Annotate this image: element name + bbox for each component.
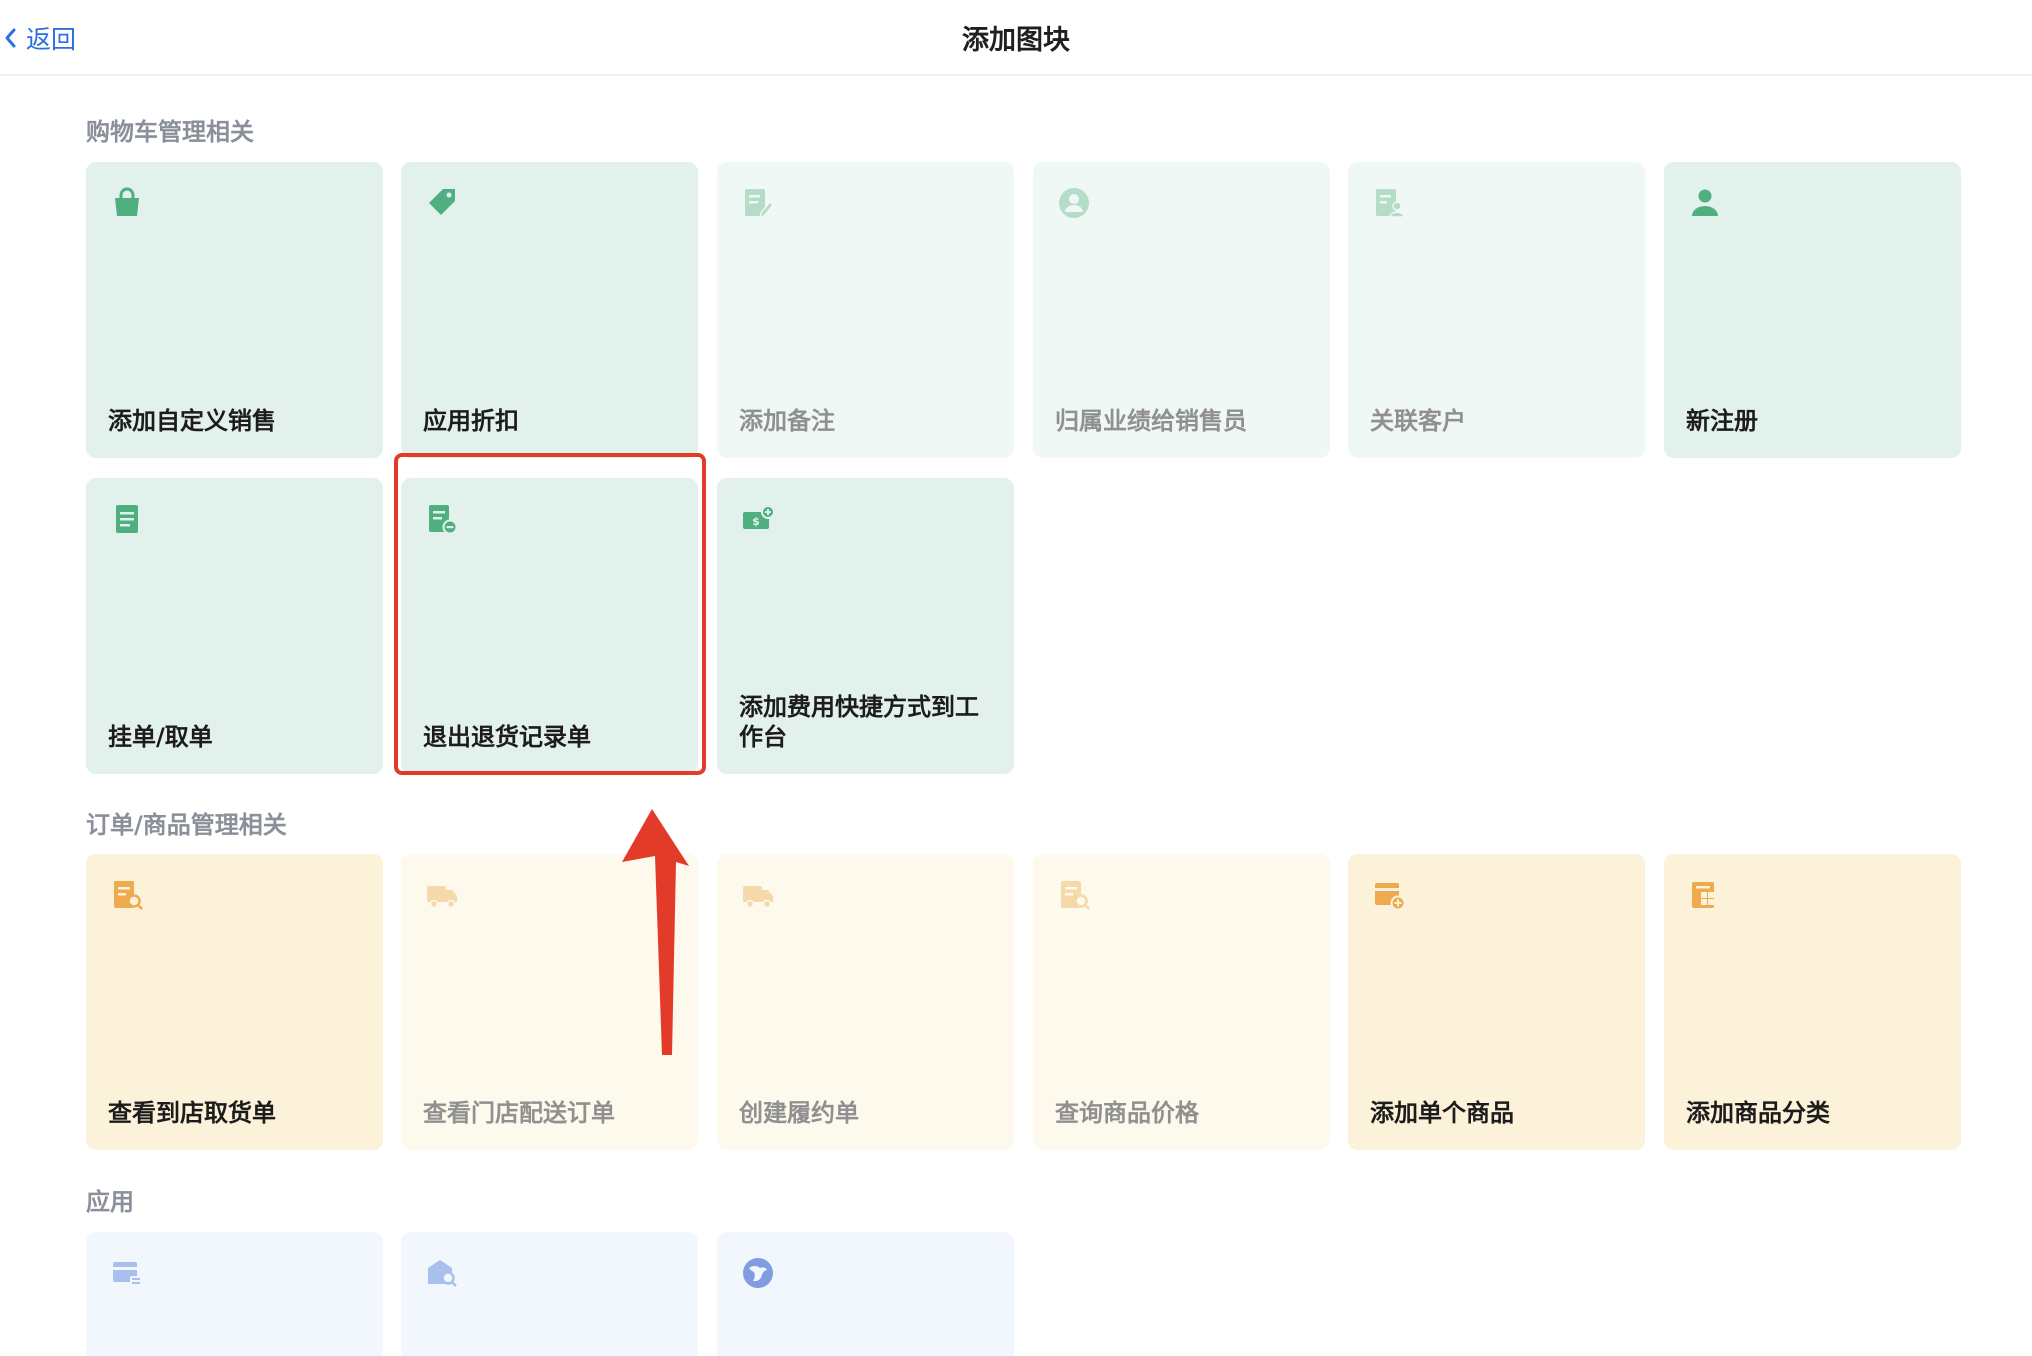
tile-label: 添加费用快捷方式到工作台 xyxy=(739,693,979,751)
bird-icon xyxy=(741,1256,775,1290)
tile-app-3[interactable] xyxy=(717,1232,1014,1356)
tile-label: 添加单个商品 xyxy=(1370,1099,1514,1127)
tile-add-category[interactable]: 添加商品分类 xyxy=(1664,854,1961,1150)
tile-label: 挂单/取单 xyxy=(108,723,213,751)
page-title: 添加图块 xyxy=(962,25,1070,56)
tile-link-customer[interactable]: 关联客户 xyxy=(1348,162,1645,458)
tile-label: 添加商品分类 xyxy=(1686,1099,1830,1127)
tile-exit-return[interactable]: 退出退货记录单 xyxy=(401,478,698,774)
tile-label: 查看到店取货单 xyxy=(108,1099,276,1127)
section-title-order: 订单/商品管理相关 xyxy=(86,811,287,839)
tile-add-note[interactable]: 添加备注 xyxy=(717,162,1014,458)
top-bar: 返回 添加图块 xyxy=(0,0,2032,76)
tile-app-2[interactable] xyxy=(401,1232,698,1356)
tile-add-custom-sale[interactable]: 添加自定义销售 xyxy=(86,162,383,458)
note-edit-icon xyxy=(741,186,775,220)
tile-label: 关联客户 xyxy=(1370,407,1466,435)
tile-label: 添加自定义销售 xyxy=(108,407,276,435)
document-search-icon xyxy=(110,878,144,912)
section-title-cart: 购物车管理相关 xyxy=(86,118,254,146)
grid-document-icon xyxy=(1688,878,1722,912)
tile-create-fulfillment[interactable]: 创建履约单 xyxy=(717,854,1014,1150)
tile-label: 添加备注 xyxy=(739,407,835,435)
tile-label: 新注册 xyxy=(1686,407,1758,435)
document-minus-icon xyxy=(425,502,459,536)
tile-label: 应用折扣 xyxy=(423,407,519,435)
tile-label: 查询商品价格 xyxy=(1055,1099,1199,1127)
document-person-icon xyxy=(1372,186,1406,220)
tile-add-fee-shortcut[interactable]: $ 添加费用快捷方式到工作台 xyxy=(717,478,1014,774)
tile-assign-salesperson[interactable]: 归属业绩给销售员 xyxy=(1033,162,1330,458)
card-list-icon xyxy=(110,1256,144,1290)
truck-icon xyxy=(741,878,775,912)
tile-label: 查看门店配送订单 xyxy=(423,1099,615,1127)
card-plus-icon xyxy=(1372,878,1406,912)
tile-pickup-orders[interactable]: 查看到店取货单 xyxy=(86,854,383,1150)
section-title-apps: 应用 xyxy=(86,1188,134,1216)
tile-hold-order[interactable]: 挂单/取单 xyxy=(86,478,383,774)
store-search-icon xyxy=(425,1256,459,1290)
tag-icon xyxy=(425,186,459,220)
tile-label: 归属业绩给销售员 xyxy=(1055,407,1247,435)
truck-icon xyxy=(425,878,459,912)
tile-add-product[interactable]: 添加单个商品 xyxy=(1348,854,1645,1150)
shopping-bag-icon xyxy=(110,186,144,220)
person-icon xyxy=(1688,186,1722,220)
tile-query-price[interactable]: 查询商品价格 xyxy=(1033,854,1330,1150)
tile-label: 退出退货记录单 xyxy=(423,723,591,751)
tile-app-1[interactable] xyxy=(86,1232,383,1356)
cash-plus-icon: $ xyxy=(741,502,775,536)
document-search-icon xyxy=(1057,878,1091,912)
tile-apply-discount[interactable]: 应用折扣 xyxy=(401,162,698,458)
tile-delivery-orders[interactable]: 查看门店配送订单 xyxy=(401,854,698,1150)
tile-label: 创建履约单 xyxy=(739,1099,859,1127)
person-circle-icon xyxy=(1057,186,1091,220)
svg-text:$: $ xyxy=(752,515,760,528)
tile-new-register[interactable]: 新注册 xyxy=(1664,162,1961,458)
document-list-icon xyxy=(110,502,144,536)
